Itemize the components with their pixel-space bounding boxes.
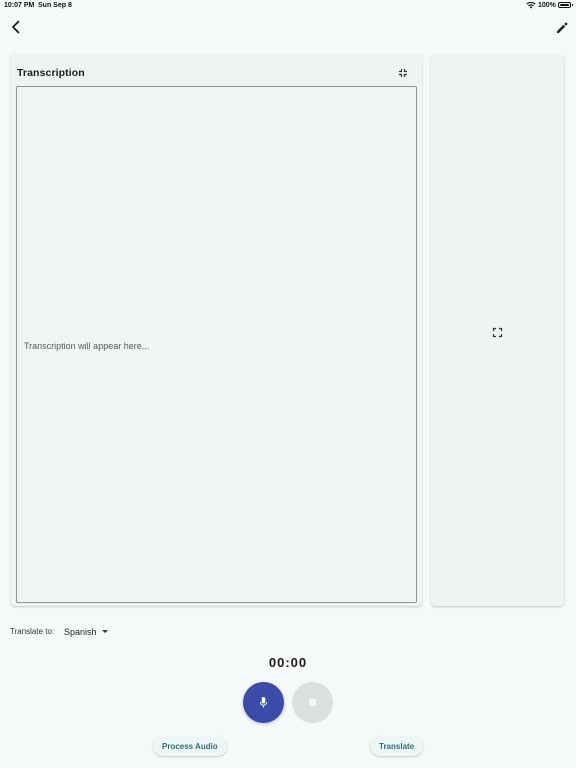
collapse-panel-button[interactable] xyxy=(397,66,409,78)
battery-percentage: 100% xyxy=(538,2,556,9)
back-button[interactable] xyxy=(8,19,24,35)
fullscreen-exit-icon xyxy=(399,69,407,77)
translate-to-label: Translate to: xyxy=(10,627,55,636)
language-select[interactable]: Spanish xyxy=(64,625,108,638)
stop-button[interactable] xyxy=(292,682,333,723)
screen: 10:07 PM Sun Sep 8 100% Transcription Tr… xyxy=(0,0,576,768)
process-audio-button[interactable]: Process Audio xyxy=(153,736,227,756)
edit-button[interactable] xyxy=(554,20,570,36)
chevron-left-icon xyxy=(12,20,20,34)
fullscreen-icon xyxy=(492,327,503,338)
language-select-value: Spanish xyxy=(64,626,97,637)
recording-timer: 00:00 xyxy=(268,655,308,670)
transcription-panel: Transcription Transcription will appear … xyxy=(11,55,422,606)
wifi-icon xyxy=(526,2,536,9)
transcription-textarea[interactable]: Transcription will appear here... xyxy=(16,86,417,603)
pencil-icon xyxy=(557,22,568,33)
transcription-placeholder: Transcription will appear here... xyxy=(24,341,150,351)
expand-panel-button[interactable] xyxy=(492,325,503,338)
battery-icon xyxy=(558,2,573,8)
translation-panel xyxy=(431,55,564,606)
stop-icon xyxy=(309,699,316,706)
record-button[interactable] xyxy=(243,682,284,723)
status-bar: 10:07 PM Sun Sep 8 100% xyxy=(0,0,576,12)
microphone-icon xyxy=(259,697,268,708)
caret-down-icon xyxy=(101,630,108,633)
status-date: Sun Sep 8 xyxy=(38,2,72,9)
transcription-title: Transcription xyxy=(17,67,85,79)
status-time: 10:07 PM xyxy=(4,2,35,9)
translate-button[interactable]: Translate xyxy=(370,736,424,756)
